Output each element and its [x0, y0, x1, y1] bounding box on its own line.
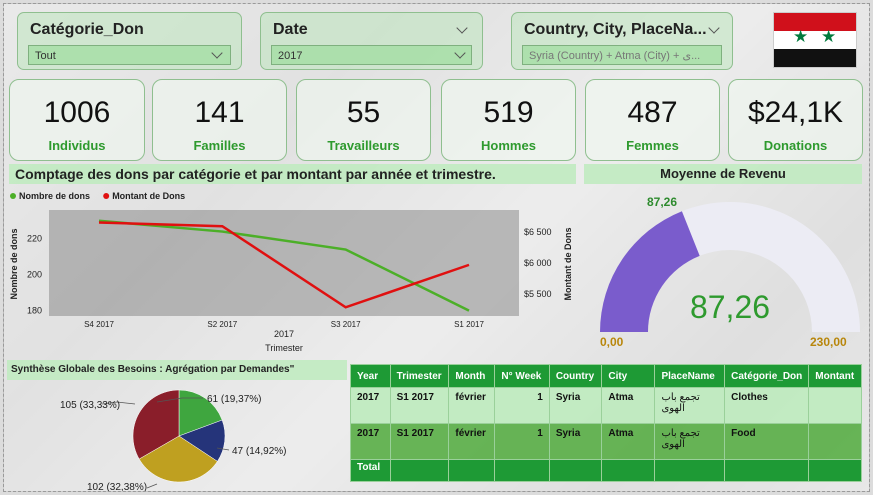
x-tick-label: S2 2017 [207, 320, 237, 329]
line-chart-title: Comptage des dons par catégorie et par m… [9, 164, 576, 184]
slicer-dropdown[interactable]: 2017 [271, 45, 472, 65]
syria-flag-icon: ★ ★ [773, 12, 857, 68]
cell-montant [808, 423, 862, 460]
cell-montant [808, 387, 862, 424]
cell-country: Syria [548, 423, 603, 460]
kpi-card-femmes: 487 Femmes [585, 79, 720, 161]
gauge-chart[interactable]: 87,26 87,26 0,00 230,00 [584, 186, 864, 356]
cell-country: Syria [548, 387, 603, 424]
x-tick-label: S1 2017 [454, 320, 484, 329]
data-table[interactable]: Year Trimester Month N° Week Country Cit… [350, 364, 862, 489]
gauge-min-label: 0,00 [600, 335, 624, 349]
slicer-categorie-don[interactable]: Catégorie_Don Tout [17, 12, 242, 70]
table-header-row: Year Trimester Month N° Week Country Cit… [350, 364, 862, 388]
kpi-card-travailleurs: 55 Travailleurs [296, 79, 431, 161]
legend-label[interactable]: Nombre de dons [19, 191, 90, 201]
column-header-placename[interactable]: PlaceName [654, 364, 726, 388]
column-header-trimester[interactable]: Trimester [389, 364, 450, 388]
y-tick-label: 200 [27, 270, 42, 280]
kpi-card-donations: $24,1K Donations [728, 79, 863, 161]
cell-placename: تجمع باب الهوى [654, 387, 726, 424]
table-row[interactable]: 2017 S1 2017 février 1 Syria Atma تجمع ب… [350, 387, 862, 424]
chevron-down-icon[interactable] [456, 22, 468, 34]
column-header-categorie-don[interactable]: Catégorie_Don [724, 364, 810, 388]
dashboard-canvas: Catégorie_Don Tout Date 2017 Country, Ci… [3, 3, 870, 492]
kpi-caption: Femmes [626, 138, 679, 153]
column-header-year[interactable]: Year [350, 364, 391, 388]
gauge-max-label: 230,00 [810, 335, 847, 349]
cell-trimester: S1 2017 [389, 387, 450, 424]
cell-city: Atma [601, 387, 656, 424]
slicer-dropdown[interactable]: Tout [28, 45, 231, 65]
kpi-card-hommes: 519 Hommes [441, 79, 576, 161]
x-group-label: 2017 [274, 329, 294, 339]
y-tick-label: 220 [27, 234, 42, 244]
legend-label[interactable]: Montant de Dons [112, 191, 185, 201]
y2-tick-label: $6 500 [524, 227, 552, 237]
cell-placename: تجمع باب الهوى [654, 423, 726, 460]
gauge-fill [600, 211, 700, 332]
chevron-down-icon[interactable] [708, 22, 720, 34]
pie-chart[interactable]: 61 (19,37%) 47 (14,92%) 102 (32,38%) 105… [7, 380, 347, 492]
cell-categorie-don: Food [724, 423, 810, 460]
column-header-week[interactable]: N° Week [494, 364, 550, 388]
x-axis-label: Trimester [265, 343, 303, 353]
kpi-caption: Travailleurs [327, 138, 400, 153]
cell-year: 2017 [350, 387, 391, 424]
kpi-value: 55 [346, 96, 381, 129]
y2-axis-label: Montant de Dons [563, 228, 573, 301]
table-row[interactable]: 2017 S1 2017 février 1 Syria Atma تجمع ب… [350, 423, 862, 460]
slicer-location[interactable]: Country, City, PlaceNa... Syria (Country… [511, 12, 733, 70]
kpi-card-familles: 141 Familles [152, 79, 287, 161]
cell-week: 1 [494, 423, 550, 460]
kpi-caption: Individus [48, 138, 106, 153]
kpi-card-individus: 1006 Individus [9, 79, 145, 161]
y-tick-label: 180 [27, 306, 42, 316]
y2-tick-label: $5 500 [524, 289, 552, 299]
kpi-caption: Donations [763, 138, 828, 153]
table: Year Trimester Month N° Week Country Cit… [350, 364, 862, 482]
pie-label-102: 102 (32,38%) [87, 482, 147, 492]
cell-month: février [448, 423, 496, 460]
y-axis-label: Nombre de dons [9, 228, 19, 299]
pie-label-105: 105 (33,33%) [60, 400, 120, 411]
slicer-label: Catégorie_Don [30, 21, 144, 38]
pie-label-47: 47 (14,92%) [232, 446, 286, 457]
column-header-month[interactable]: Month [448, 364, 496, 388]
kpi-value: 487 [627, 96, 678, 129]
line-chart[interactable]: Nombre de dons Montant de Dons 180200220 … [4, 184, 579, 356]
cell-trimester: S1 2017 [389, 423, 450, 460]
kpi-caption: Familles [193, 138, 246, 153]
cell-city: Atma [601, 423, 656, 460]
column-header-montant[interactable]: Montant [808, 364, 862, 388]
slicer-date[interactable]: Date 2017 [260, 12, 483, 70]
x-tick-label: S4 2017 [84, 320, 114, 329]
slicer-label: Date [273, 21, 308, 38]
cell-month: février [448, 387, 496, 424]
x-tick-label: S3 2017 [331, 320, 361, 329]
kpi-value: $24,1K [747, 96, 844, 129]
pie-chart-title: Synthèse Globale des Besoins : Agrégatio… [7, 360, 347, 380]
kpi-value: 1006 [43, 96, 111, 129]
slicer-label: Country, City, PlaceNa... [524, 21, 707, 38]
cell-total-label: Total [350, 459, 391, 482]
gauge-title: Moyenne de Revenu [584, 164, 862, 184]
gauge-value-marker-label: 87,26 [647, 195, 677, 209]
pie-label-61: 61 (19,37%) [207, 394, 261, 405]
kpi-value: 141 [194, 96, 245, 129]
legend-marker [10, 193, 16, 199]
column-header-country[interactable]: Country [548, 364, 603, 388]
column-header-city[interactable]: City [601, 364, 656, 388]
legend-marker [103, 193, 110, 199]
y2-tick-label: $6 000 [524, 258, 552, 268]
cell-categorie-don: Clothes [724, 387, 810, 424]
kpi-value: 519 [483, 96, 534, 129]
cell-week: 1 [494, 387, 550, 424]
cell-year: 2017 [350, 423, 391, 460]
table-total-row: Total [350, 459, 862, 482]
slicer-dropdown[interactable]: Syria (Country) + Atma (City) + ی... [522, 45, 722, 65]
gauge-value: 87,26 [690, 289, 770, 325]
kpi-caption: Hommes [481, 138, 536, 153]
